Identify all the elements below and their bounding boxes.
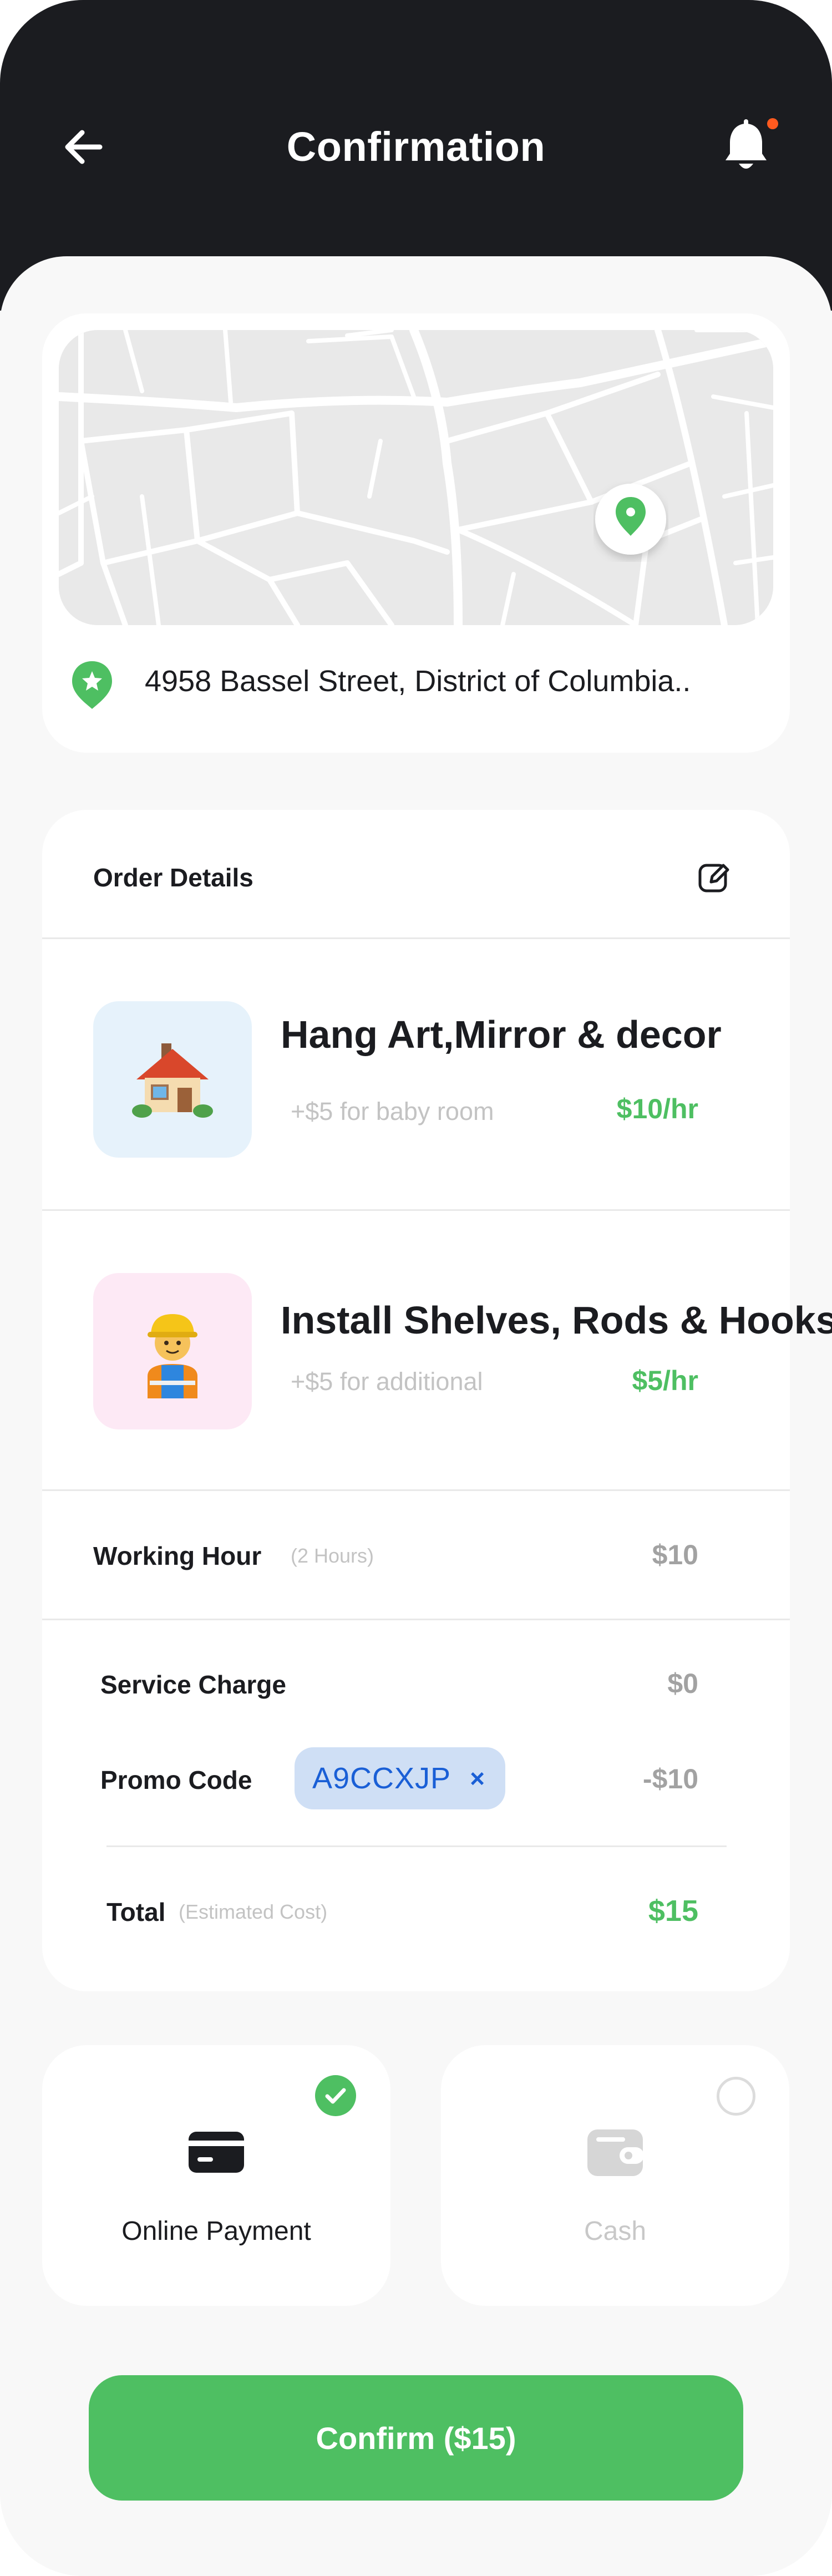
credit-card-icon: [187, 2123, 245, 2181]
confirm-button[interactable]: Confirm ($15): [89, 2375, 743, 2501]
service-charge-value: $0: [667, 1668, 698, 1699]
service-note: +$5 for baby room: [291, 1097, 494, 1125]
working-hour-value: $10: [652, 1539, 698, 1570]
service-price: $10/hr: [616, 1093, 698, 1124]
remove-promo-button[interactable]: ×: [470, 1763, 485, 1793]
order-details-card: Order Details Hang Art,Mirror & decor +$…: [42, 810, 832, 1991]
map-view[interactable]: [59, 330, 773, 625]
online-payment-option[interactable]: Online Payment: [42, 2045, 390, 2306]
edit-button[interactable]: [697, 860, 732, 895]
online-payment-label: Online Payment: [121, 2217, 311, 2246]
promo-code-text: A9CCXJP: [312, 1762, 451, 1795]
selected-check-icon: [315, 2075, 356, 2116]
unselected-radio-icon: [717, 2077, 755, 2116]
promo-code-chip: A9CCXJP ×: [295, 1747, 505, 1809]
map-pin-icon[interactable]: [593, 481, 668, 562]
service-name: Install Shelves, Rods & Hooks: [281, 1299, 832, 1342]
service-name: Hang Art,Mirror & decor: [281, 1013, 722, 1056]
divider: [42, 937, 790, 939]
promo-code-label: Promo Code: [100, 1766, 252, 1794]
total-value: $15: [648, 1894, 698, 1928]
address-text: 4958 Bassel Street, District of Columbia…: [145, 665, 691, 698]
total-sub: (Estimated Cost): [179, 1900, 328, 1923]
construction-worker-emoji: [148, 1314, 197, 1398]
order-details-title: Order Details: [93, 863, 253, 892]
service-thumbnail: [93, 1001, 252, 1158]
total-label: Total: [106, 1898, 166, 1926]
app-frame: Confirmation 4958 Bassel Street, Distric…: [0, 0, 832, 2576]
service-price: $5/hr: [632, 1365, 698, 1396]
working-hour-sub: (2 Hours): [291, 1544, 374, 1567]
edit-icon: [698, 864, 729, 893]
location-card: 4958 Bassel Street, District of Columbia…: [42, 313, 790, 753]
cash-label: Cash: [584, 2217, 647, 2246]
cash-payment-option[interactable]: Cash: [441, 2045, 789, 2306]
service-note: +$5 for additional: [291, 1367, 483, 1396]
divider: [42, 1619, 790, 1620]
working-hour-label: Working Hour: [93, 1541, 262, 1570]
star-pin-icon: [70, 660, 114, 710]
bell-icon: [726, 119, 767, 169]
wallet-icon: [586, 2123, 644, 2181]
house-emoji: [132, 1043, 213, 1118]
divider: [42, 1489, 790, 1491]
divider: [42, 1209, 790, 1211]
divider: [106, 1845, 727, 1847]
promo-discount-value: -$10: [642, 1763, 698, 1794]
page-title: Confirmation: [286, 124, 546, 170]
service-thumbnail: [93, 1273, 252, 1429]
notification-button[interactable]: [721, 119, 771, 175]
notification-dot: [767, 118, 778, 129]
service-charge-label: Service Charge: [100, 1670, 286, 1699]
